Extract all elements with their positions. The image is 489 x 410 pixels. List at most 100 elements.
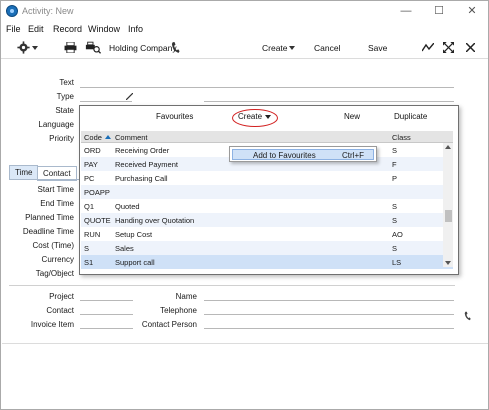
toolbar: Holding Company Create Cancel Save: [1, 37, 488, 59]
menu-item-shortcut: Ctrl+F: [342, 151, 364, 160]
project-field[interactable]: [80, 300, 133, 301]
comment-column-header[interactable]: Comment: [115, 133, 148, 142]
row-comment: Handing over Quotation: [115, 216, 195, 225]
menu-record[interactable]: Record: [53, 24, 82, 34]
row-class: AO: [392, 230, 403, 239]
telephone-field[interactable]: [204, 314, 454, 315]
list-row-selected[interactable]: S1 Support call LS: [81, 255, 453, 269]
class-column-header[interactable]: Class: [392, 133, 411, 142]
project-label: Project: [49, 292, 74, 301]
menu-file[interactable]: File: [6, 24, 21, 34]
type-description-field: [204, 101, 454, 102]
chevron-down-icon[interactable]: [32, 46, 38, 50]
contact-person-field[interactable]: [204, 328, 454, 329]
contact-label: Contact: [46, 306, 74, 315]
section-divider: [9, 285, 455, 286]
tab-time[interactable]: Time: [9, 165, 39, 180]
invoice-item-label: Invoice Item: [30, 320, 74, 329]
row-class: S: [392, 202, 398, 211]
favourites-button[interactable]: Favourites: [156, 112, 193, 121]
printer-icon[interactable]: [64, 42, 77, 53]
planned-time-label: Planned Time: [25, 213, 74, 222]
row-comment: Setup Cost: [115, 230, 153, 239]
row-comment: Sales: [115, 244, 134, 253]
list-column-header: Code Comment Class: [81, 131, 453, 143]
telephone-label: Telephone: [160, 306, 197, 315]
type-field[interactable]: [80, 101, 132, 102]
list-row[interactable]: S Sales S: [81, 241, 453, 255]
menu-window[interactable]: Window: [88, 24, 120, 34]
text-field[interactable]: [80, 87, 454, 88]
cancel-button[interactable]: Cancel: [314, 43, 340, 53]
menu-info[interactable]: Info: [128, 24, 143, 34]
menu-item-label: Add to Favourites: [253, 151, 316, 160]
row-class: P: [392, 174, 398, 183]
toolbar-create-button[interactable]: Create: [262, 43, 288, 53]
end-time-label: End Time: [40, 199, 74, 208]
context-menu: Add to Favourites Ctrl+F: [229, 146, 377, 162]
add-to-favourites-menu-item[interactable]: Add to Favourites Ctrl+F: [232, 149, 374, 160]
row-code: Q1: [84, 202, 95, 211]
bottom-divider: [2, 343, 488, 344]
menu-bar: File Edit Record Window Info: [1, 22, 488, 36]
close-icon[interactable]: ✕: [461, 3, 483, 19]
pencil-icon[interactable]: [126, 93, 133, 100]
menu-edit[interactable]: Edit: [28, 24, 44, 34]
deadline-time-label: Deadline Time: [22, 227, 74, 236]
list-scrollbar-thumb[interactable]: [445, 210, 452, 222]
invoice-item-field[interactable]: [80, 328, 133, 329]
start-time-label: Start Time: [37, 185, 74, 194]
chevron-down-icon[interactable]: [289, 46, 295, 50]
text-label: Text: [59, 78, 74, 87]
window-title: Activity: New: [22, 6, 74, 16]
type-label: Type: [56, 92, 74, 101]
row-comment: Support call: [115, 258, 155, 267]
list-row[interactable]: POAPP: [81, 185, 453, 199]
name-field[interactable]: [204, 300, 454, 301]
new-button[interactable]: New: [344, 112, 360, 121]
row-class: S: [392, 146, 398, 155]
list-row[interactable]: Q1 Quoted S: [81, 199, 453, 213]
cost-time-label: Cost (Time): [32, 241, 74, 250]
minimize-icon[interactable]: —: [395, 3, 417, 19]
row-code: PAY: [84, 160, 98, 169]
tab-underline: [9, 179, 79, 180]
row-code: S: [84, 244, 90, 253]
code-column-header[interactable]: Code: [84, 133, 102, 142]
sort-ascending-icon: [105, 135, 111, 139]
type-selection-popup: Favourites Create New Duplicate Code Com…: [79, 105, 459, 275]
row-code: PC: [84, 174, 95, 183]
currency-label: Currency: [41, 255, 74, 264]
row-class: S: [392, 244, 398, 253]
tag-object-label: Tag/Object: [35, 269, 74, 278]
save-button[interactable]: Save: [368, 43, 387, 53]
close-icon[interactable]: [466, 43, 475, 52]
list-scrollbar[interactable]: [443, 143, 453, 267]
row-class: F: [392, 160, 397, 169]
phone-icon[interactable]: [464, 311, 471, 321]
row-code: ORD: [84, 146, 101, 155]
row-comment: Purchasing Call: [115, 174, 168, 183]
list-row[interactable]: RUN Setup Cost AO: [81, 227, 453, 241]
expand-icon[interactable]: [443, 42, 454, 53]
gear-icon[interactable]: [17, 41, 30, 54]
name-label: Name: [175, 292, 197, 301]
row-code: RUN: [84, 230, 101, 239]
language-label: Language: [38, 120, 74, 129]
list-row[interactable]: QUOTE Handing over Quotation S: [81, 213, 453, 227]
row-class: LS: [392, 258, 402, 267]
maximize-icon[interactable]: ☐: [428, 3, 450, 19]
list-row[interactable]: PC Purchasing Call P: [81, 171, 453, 185]
row-comment: Received Payment: [115, 160, 178, 169]
scroll-up-icon[interactable]: [445, 145, 451, 149]
scroll-down-icon[interactable]: [445, 261, 451, 265]
chart-icon[interactable]: [422, 43, 434, 52]
print-preview-icon[interactable]: [85, 41, 101, 54]
phone-icon[interactable]: [171, 41, 180, 54]
priority-label: Priority: [49, 134, 74, 143]
company-name: Holding Company: [109, 43, 177, 53]
contact-field[interactable]: [80, 314, 133, 315]
duplicate-button[interactable]: Duplicate: [394, 112, 427, 121]
row-comment: Receiving Order: [115, 146, 170, 155]
app-window: Activity: New — ☐ ✕ File Edit Record Win…: [0, 0, 489, 410]
